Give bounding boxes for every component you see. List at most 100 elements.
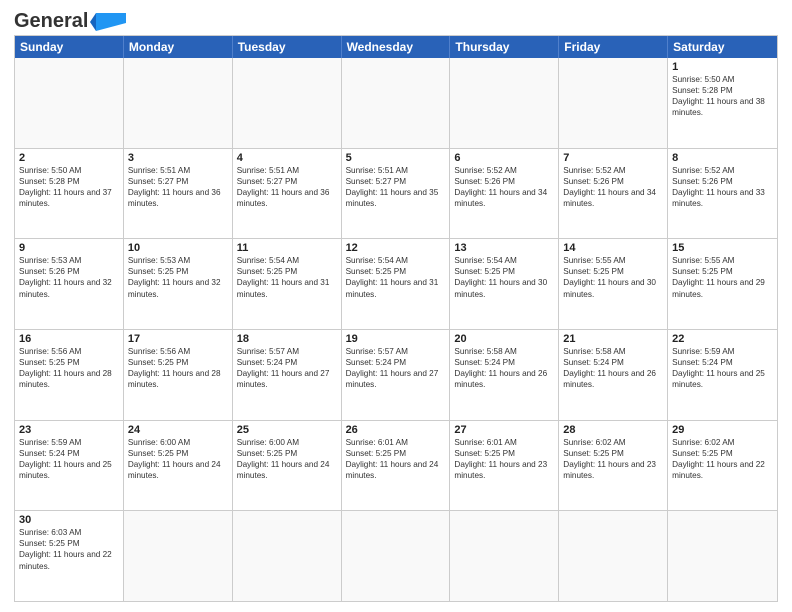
weekday-header-thursday: Thursday <box>450 36 559 58</box>
day-number: 16 <box>19 333 119 345</box>
calendar-cell-w1d0: 2Sunrise: 5:50 AM Sunset: 5:28 PM Daylig… <box>15 149 124 239</box>
calendar-cell-w4d4: 27Sunrise: 6:01 AM Sunset: 5:25 PM Dayli… <box>450 421 559 511</box>
day-number: 26 <box>346 424 446 436</box>
calendar-cell-w3d6: 22Sunrise: 5:59 AM Sunset: 5:24 PM Dayli… <box>668 330 777 420</box>
calendar-cell-w1d4: 6Sunrise: 5:52 AM Sunset: 5:26 PM Daylig… <box>450 149 559 239</box>
day-info: Sunrise: 5:58 AM Sunset: 5:24 PM Dayligh… <box>454 346 554 390</box>
calendar-row-0: 1Sunrise: 5:50 AM Sunset: 5:28 PM Daylig… <box>15 58 777 148</box>
day-number: 27 <box>454 424 554 436</box>
day-info: Sunrise: 6:03 AM Sunset: 5:25 PM Dayligh… <box>19 527 119 571</box>
day-number: 18 <box>237 333 337 345</box>
weekday-header-monday: Monday <box>124 36 233 58</box>
day-info: Sunrise: 5:53 AM Sunset: 5:26 PM Dayligh… <box>19 255 119 299</box>
logo: General <box>14 10 128 29</box>
day-info: Sunrise: 5:56 AM Sunset: 5:25 PM Dayligh… <box>19 346 119 390</box>
logo-blue-icon <box>90 11 128 33</box>
calendar-cell-w2d0: 9Sunrise: 5:53 AM Sunset: 5:26 PM Daylig… <box>15 239 124 329</box>
day-info: Sunrise: 5:52 AM Sunset: 5:26 PM Dayligh… <box>563 165 663 209</box>
calendar-cell-w4d6: 29Sunrise: 6:02 AM Sunset: 5:25 PM Dayli… <box>668 421 777 511</box>
calendar-cell-w5d5 <box>559 511 668 601</box>
day-info: Sunrise: 5:57 AM Sunset: 5:24 PM Dayligh… <box>237 346 337 390</box>
calendar-cell-w1d2: 4Sunrise: 5:51 AM Sunset: 5:27 PM Daylig… <box>233 149 342 239</box>
weekday-header-friday: Friday <box>559 36 668 58</box>
calendar-cell-w3d3: 19Sunrise: 5:57 AM Sunset: 5:24 PM Dayli… <box>342 330 451 420</box>
day-info: Sunrise: 5:51 AM Sunset: 5:27 PM Dayligh… <box>237 165 337 209</box>
day-number: 5 <box>346 152 446 164</box>
day-info: Sunrise: 5:53 AM Sunset: 5:25 PM Dayligh… <box>128 255 228 299</box>
day-info: Sunrise: 5:52 AM Sunset: 5:26 PM Dayligh… <box>454 165 554 209</box>
day-info: Sunrise: 5:58 AM Sunset: 5:24 PM Dayligh… <box>563 346 663 390</box>
calendar-cell-w4d3: 26Sunrise: 6:01 AM Sunset: 5:25 PM Dayli… <box>342 421 451 511</box>
day-number: 12 <box>346 242 446 254</box>
calendar-cell-w4d0: 23Sunrise: 5:59 AM Sunset: 5:24 PM Dayli… <box>15 421 124 511</box>
day-info: Sunrise: 5:56 AM Sunset: 5:25 PM Dayligh… <box>128 346 228 390</box>
calendar-cell-w2d4: 13Sunrise: 5:54 AM Sunset: 5:25 PM Dayli… <box>450 239 559 329</box>
calendar-cell-w1d3: 5Sunrise: 5:51 AM Sunset: 5:27 PM Daylig… <box>342 149 451 239</box>
calendar-cell-w1d1: 3Sunrise: 5:51 AM Sunset: 5:27 PM Daylig… <box>124 149 233 239</box>
calendar-cell-w3d4: 20Sunrise: 5:58 AM Sunset: 5:24 PM Dayli… <box>450 330 559 420</box>
calendar-cell-w0d2 <box>233 58 342 148</box>
calendar-cell-w5d3 <box>342 511 451 601</box>
day-info: Sunrise: 5:55 AM Sunset: 5:25 PM Dayligh… <box>563 255 663 299</box>
day-number: 23 <box>19 424 119 436</box>
calendar-cell-w5d2 <box>233 511 342 601</box>
day-info: Sunrise: 6:02 AM Sunset: 5:25 PM Dayligh… <box>672 437 773 481</box>
calendar-cell-w4d5: 28Sunrise: 6:02 AM Sunset: 5:25 PM Dayli… <box>559 421 668 511</box>
day-number: 6 <box>454 152 554 164</box>
calendar-cell-w4d1: 24Sunrise: 6:00 AM Sunset: 5:25 PM Dayli… <box>124 421 233 511</box>
calendar-row-1: 2Sunrise: 5:50 AM Sunset: 5:28 PM Daylig… <box>15 148 777 239</box>
calendar-cell-w0d6: 1Sunrise: 5:50 AM Sunset: 5:28 PM Daylig… <box>668 58 777 148</box>
day-info: Sunrise: 5:59 AM Sunset: 5:24 PM Dayligh… <box>672 346 773 390</box>
calendar-cell-w0d5 <box>559 58 668 148</box>
calendar-cell-w2d5: 14Sunrise: 5:55 AM Sunset: 5:25 PM Dayli… <box>559 239 668 329</box>
day-info: Sunrise: 5:55 AM Sunset: 5:25 PM Dayligh… <box>672 255 773 299</box>
day-number: 10 <box>128 242 228 254</box>
calendar-body: 1Sunrise: 5:50 AM Sunset: 5:28 PM Daylig… <box>15 58 777 601</box>
day-info: Sunrise: 5:51 AM Sunset: 5:27 PM Dayligh… <box>346 165 446 209</box>
calendar-cell-w0d4 <box>450 58 559 148</box>
day-number: 24 <box>128 424 228 436</box>
page: General SundayMondayTuesdayWednesdayThur… <box>0 0 792 612</box>
day-number: 13 <box>454 242 554 254</box>
weekday-header-sunday: Sunday <box>15 36 124 58</box>
day-number: 8 <box>672 152 773 164</box>
calendar-cell-w5d6 <box>668 511 777 601</box>
day-info: Sunrise: 5:54 AM Sunset: 5:25 PM Dayligh… <box>454 255 554 299</box>
day-number: 11 <box>237 242 337 254</box>
day-info: Sunrise: 5:50 AM Sunset: 5:28 PM Dayligh… <box>672 74 773 118</box>
day-info: Sunrise: 6:01 AM Sunset: 5:25 PM Dayligh… <box>346 437 446 481</box>
calendar-cell-w0d3 <box>342 58 451 148</box>
day-number: 28 <box>563 424 663 436</box>
day-info: Sunrise: 5:59 AM Sunset: 5:24 PM Dayligh… <box>19 437 119 481</box>
calendar-cell-w0d0 <box>15 58 124 148</box>
calendar-row-2: 9Sunrise: 5:53 AM Sunset: 5:26 PM Daylig… <box>15 238 777 329</box>
day-info: Sunrise: 5:50 AM Sunset: 5:28 PM Dayligh… <box>19 165 119 209</box>
day-info: Sunrise: 5:51 AM Sunset: 5:27 PM Dayligh… <box>128 165 228 209</box>
calendar-cell-w2d2: 11Sunrise: 5:54 AM Sunset: 5:25 PM Dayli… <box>233 239 342 329</box>
day-number: 25 <box>237 424 337 436</box>
day-info: Sunrise: 6:00 AM Sunset: 5:25 PM Dayligh… <box>237 437 337 481</box>
day-number: 3 <box>128 152 228 164</box>
calendar-row-5: 30Sunrise: 6:03 AM Sunset: 5:25 PM Dayli… <box>15 510 777 601</box>
calendar-cell-w5d0: 30Sunrise: 6:03 AM Sunset: 5:25 PM Dayli… <box>15 511 124 601</box>
day-number: 22 <box>672 333 773 345</box>
calendar-cell-w5d4 <box>450 511 559 601</box>
day-number: 17 <box>128 333 228 345</box>
day-info: Sunrise: 5:54 AM Sunset: 5:25 PM Dayligh… <box>237 255 337 299</box>
calendar-cell-w1d6: 8Sunrise: 5:52 AM Sunset: 5:26 PM Daylig… <box>668 149 777 239</box>
calendar-cell-w5d1 <box>124 511 233 601</box>
calendar-cell-w1d5: 7Sunrise: 5:52 AM Sunset: 5:26 PM Daylig… <box>559 149 668 239</box>
weekday-header-wednesday: Wednesday <box>342 36 451 58</box>
day-info: Sunrise: 6:00 AM Sunset: 5:25 PM Dayligh… <box>128 437 228 481</box>
calendar-row-3: 16Sunrise: 5:56 AM Sunset: 5:25 PM Dayli… <box>15 329 777 420</box>
day-number: 21 <box>563 333 663 345</box>
calendar-cell-w2d3: 12Sunrise: 5:54 AM Sunset: 5:25 PM Dayli… <box>342 239 451 329</box>
day-info: Sunrise: 5:54 AM Sunset: 5:25 PM Dayligh… <box>346 255 446 299</box>
calendar-cell-w4d2: 25Sunrise: 6:00 AM Sunset: 5:25 PM Dayli… <box>233 421 342 511</box>
calendar-cell-w3d0: 16Sunrise: 5:56 AM Sunset: 5:25 PM Dayli… <box>15 330 124 420</box>
weekday-header-tuesday: Tuesday <box>233 36 342 58</box>
weekday-header-saturday: Saturday <box>668 36 777 58</box>
day-number: 14 <box>563 242 663 254</box>
day-number: 1 <box>672 61 773 73</box>
calendar-row-4: 23Sunrise: 5:59 AM Sunset: 5:24 PM Dayli… <box>15 420 777 511</box>
